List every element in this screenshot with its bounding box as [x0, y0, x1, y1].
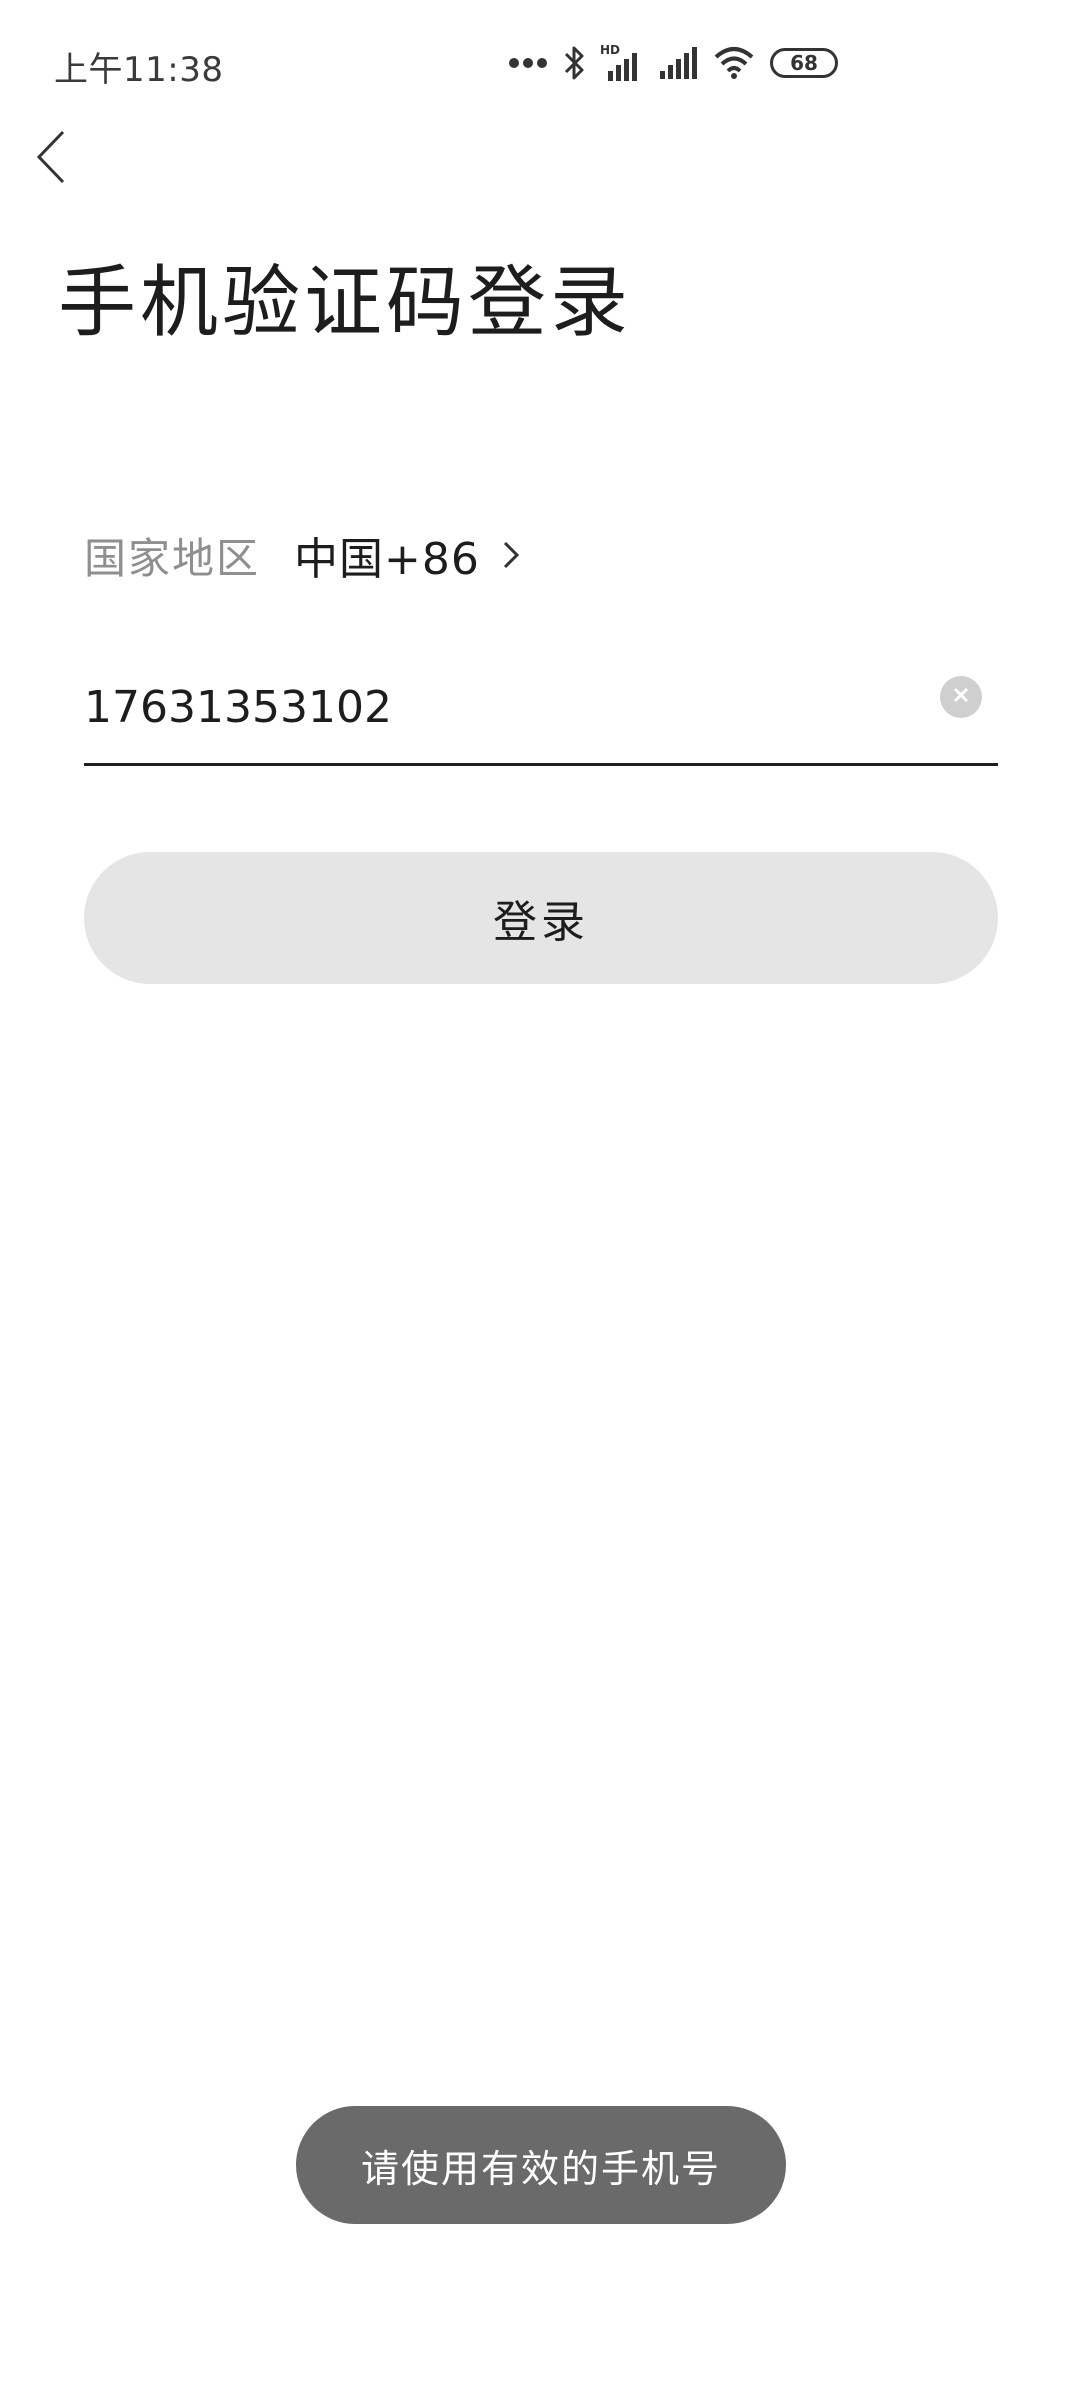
phone-input[interactable]	[84, 662, 904, 752]
phone-field	[84, 652, 998, 766]
region-value: 中国+86	[294, 534, 480, 585]
region-label: 国家地区	[84, 533, 261, 583]
toast-message: 请使用有效的手机号	[296, 2106, 786, 2224]
page-title: 手机验证码登录	[58, 258, 633, 348]
chevron-left-icon	[33, 128, 67, 190]
close-icon	[951, 685, 971, 709]
status-bar: 上午11:38 HD 68	[0, 0, 1080, 130]
region-selector[interactable]: 国家地区 中国+86	[84, 520, 520, 590]
status-icons: HD 68	[508, 40, 838, 86]
chevron-right-icon	[502, 540, 520, 570]
clear-button[interactable]	[940, 676, 982, 718]
status-time: 上午11:38	[54, 50, 224, 90]
signal-icon	[658, 45, 698, 81]
login-button[interactable]: 登录	[84, 852, 998, 984]
bluetooth-icon	[562, 44, 586, 82]
battery-icon: 68	[770, 48, 838, 78]
hd-signal-icon: HD	[600, 43, 644, 83]
svg-text:HD: HD	[600, 43, 620, 57]
back-button[interactable]	[18, 124, 82, 194]
login-screen: 上午11:38 HD 68 手机验证码登录 国家地区 中国+86 1763135…	[0, 0, 1080, 2400]
wifi-icon	[712, 45, 756, 81]
more-dots-icon	[508, 57, 548, 69]
battery-level: 68	[790, 51, 818, 75]
